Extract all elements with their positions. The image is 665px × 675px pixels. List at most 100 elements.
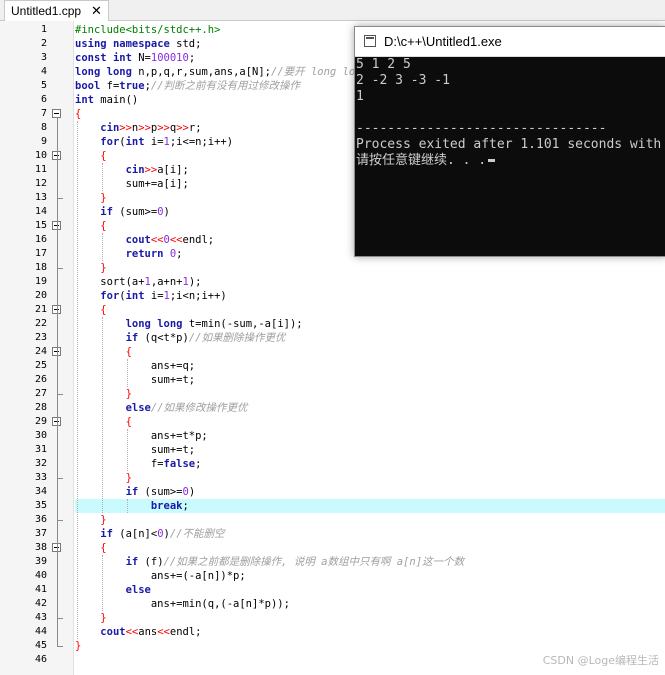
code-line[interactable]: 43 } [0, 611, 665, 625]
code-token: ,a+n+ [150, 276, 183, 288]
code-token: << [125, 626, 139, 638]
tab-title: Untitled1.cpp [11, 4, 82, 18]
code-line[interactable]: 42 ans+=min(q,(-a[n]*p)); [0, 597, 665, 611]
code-token: a[i]; [157, 164, 189, 176]
line-number: 44 [34, 626, 47, 637]
code-line[interactable]: 25 ans+=q; [0, 359, 665, 373]
line-number: 23 [34, 332, 47, 343]
console-text: 2 -2 3 -3 -1 [356, 73, 450, 88]
code-token: } [100, 514, 107, 526]
code-token: endl; [182, 234, 215, 246]
line-number: 1 [40, 24, 47, 35]
code-token: cin [125, 164, 145, 176]
code-token: long [157, 318, 183, 330]
line-number: 43 [34, 612, 47, 623]
code-token: f= [100, 80, 120, 92]
code-line[interactable]: 23 if (q<t*p)//如果删除操作更优 [0, 331, 665, 345]
watermark: CSDN @Loge编程生活 [542, 654, 659, 667]
code-token: ; [188, 52, 196, 64]
code-token: >> [119, 122, 132, 134]
code-token: (a[n]< [112, 528, 158, 540]
fold-toggle-icon[interactable] [52, 109, 61, 118]
code-text: { [75, 345, 665, 359]
code-token: long [75, 66, 101, 78]
line-number: 17 [34, 248, 47, 259]
line-number: 18 [34, 262, 47, 273]
code-line[interactable]: 27 } [0, 387, 665, 401]
code-token: int [112, 52, 132, 64]
code-token: { [100, 542, 107, 554]
code-token: { [125, 416, 132, 428]
console-title-bar[interactable]: D:\c++\Untitled1.exe [355, 27, 665, 57]
code-text: { [75, 541, 665, 555]
code-token: { [100, 150, 107, 162]
code-token: cin [100, 122, 120, 134]
code-text: ans+=t*p; [75, 429, 665, 443]
console-title: D:\c++\Untitled1.exe [384, 34, 502, 49]
code-token: ) [163, 206, 170, 218]
code-token: >> [157, 122, 170, 134]
tab-untitled1[interactable]: Untitled1.cpp ✕ [4, 0, 109, 21]
code-text: for(int i=1;i<n;i++) [75, 289, 665, 303]
code-token: (f) [138, 556, 164, 568]
code-token: if [125, 486, 139, 498]
line-number: 21 [34, 304, 47, 315]
code-token: std; [169, 38, 202, 50]
fold-end-marker [57, 478, 63, 479]
code-line[interactable]: 39 if (f)//如果之前都是删除操作, 说明 a数组中只有啊 a[n]这一… [0, 555, 665, 569]
code-token: const [75, 52, 107, 64]
code-line[interactable]: 20 for(int i=1;i<n;i++) [0, 289, 665, 303]
line-number: 37 [34, 528, 47, 539]
console-line: -------------------------------- [356, 121, 606, 137]
code-line[interactable]: 38 { [0, 541, 665, 555]
code-line[interactable]: 41 else [0, 583, 665, 597]
code-line[interactable]: 19 sort(a+1,a+n+1); [0, 275, 665, 289]
console-text: 1 [356, 89, 364, 104]
line-number: 20 [34, 290, 47, 301]
code-line[interactable]: 32 f=false; [0, 457, 665, 471]
indent-guide [127, 359, 129, 387]
code-line[interactable]: 31 sum+=t; [0, 443, 665, 457]
code-line[interactable]: 44 cout<<ans<<endl; [0, 625, 665, 639]
code-line[interactable]: 28 else//如果修改操作更优 [0, 401, 665, 415]
code-text: } [75, 261, 665, 275]
code-line[interactable]: 36 } [0, 513, 665, 527]
line-number: 16 [34, 234, 47, 245]
code-line[interactable]: 29 { [0, 415, 665, 429]
console-window[interactable]: D:\c++\Untitled1.exe 5 1 2 52 -2 3 -3 -1… [354, 26, 665, 257]
console-line: 请按任意键继续. . . [356, 153, 496, 169]
code-line[interactable]: 45} [0, 639, 665, 653]
code-line[interactable]: 22 long long t=min(-sum,-a[i]); [0, 317, 665, 331]
line-number: 5 [40, 80, 47, 91]
code-line[interactable]: 35 break; [0, 499, 665, 513]
code-token: } [100, 612, 107, 624]
code-line[interactable]: 37 if (a[n]<0)//不能删空 [0, 527, 665, 541]
code-token: { [75, 108, 82, 120]
code-token: cout [100, 626, 126, 638]
console-output[interactable]: 5 1 2 52 -2 3 -3 -1 1 --------------------… [355, 57, 665, 256]
code-text: ans+=q; [75, 359, 665, 373]
code-token: ; [182, 500, 189, 512]
code-text: else//如果修改操作更优 [75, 401, 665, 415]
code-token: //如果修改操作更优 [150, 402, 248, 414]
line-number: 24 [34, 346, 47, 357]
tab-close-icon[interactable]: ✕ [91, 4, 102, 19]
code-text: } [75, 611, 665, 625]
code-token: true [119, 80, 145, 92]
code-line[interactable]: 26 sum+=t; [0, 373, 665, 387]
code-token: (sum>= [112, 206, 158, 218]
code-line[interactable]: 21 { [0, 303, 665, 317]
code-line[interactable]: 24 { [0, 345, 665, 359]
console-line: Process exited after 1.101 seconds with [356, 137, 661, 153]
code-line[interactable]: 30 ans+=t*p; [0, 429, 665, 443]
code-line[interactable]: 18 } [0, 261, 665, 275]
line-number: 45 [34, 640, 47, 651]
code-token: { [100, 220, 107, 232]
code-line[interactable]: 40 ans+=(-a[n])*p; [0, 569, 665, 583]
code-text: ans+=min(q,(-a[n]*p)); [75, 597, 665, 611]
code-line[interactable]: 34 if (sum>=0) [0, 485, 665, 499]
code-line[interactable]: 33 } [0, 471, 665, 485]
